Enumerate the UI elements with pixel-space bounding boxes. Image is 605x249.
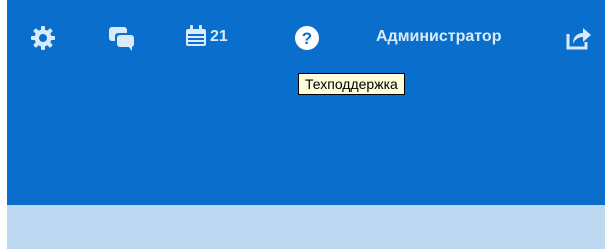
logout-share-icon[interactable] <box>566 25 592 51</box>
svg-text:?: ? <box>302 29 312 48</box>
user-name-link[interactable]: Администратор <box>376 26 501 48</box>
top-header-bar: 21 ? Администратор Техподдержка <box>7 0 605 205</box>
help-support-icon[interactable]: ? <box>294 25 320 51</box>
calendar-icon[interactable] <box>185 25 207 47</box>
settings-gear-icon[interactable] <box>31 26 55 50</box>
subheader-bar <box>7 205 605 249</box>
calendar-count-badge[interactable]: 21 <box>210 26 228 48</box>
messages-chat-icon[interactable] <box>108 26 136 52</box>
support-tooltip: Техподдержка <box>298 73 405 95</box>
